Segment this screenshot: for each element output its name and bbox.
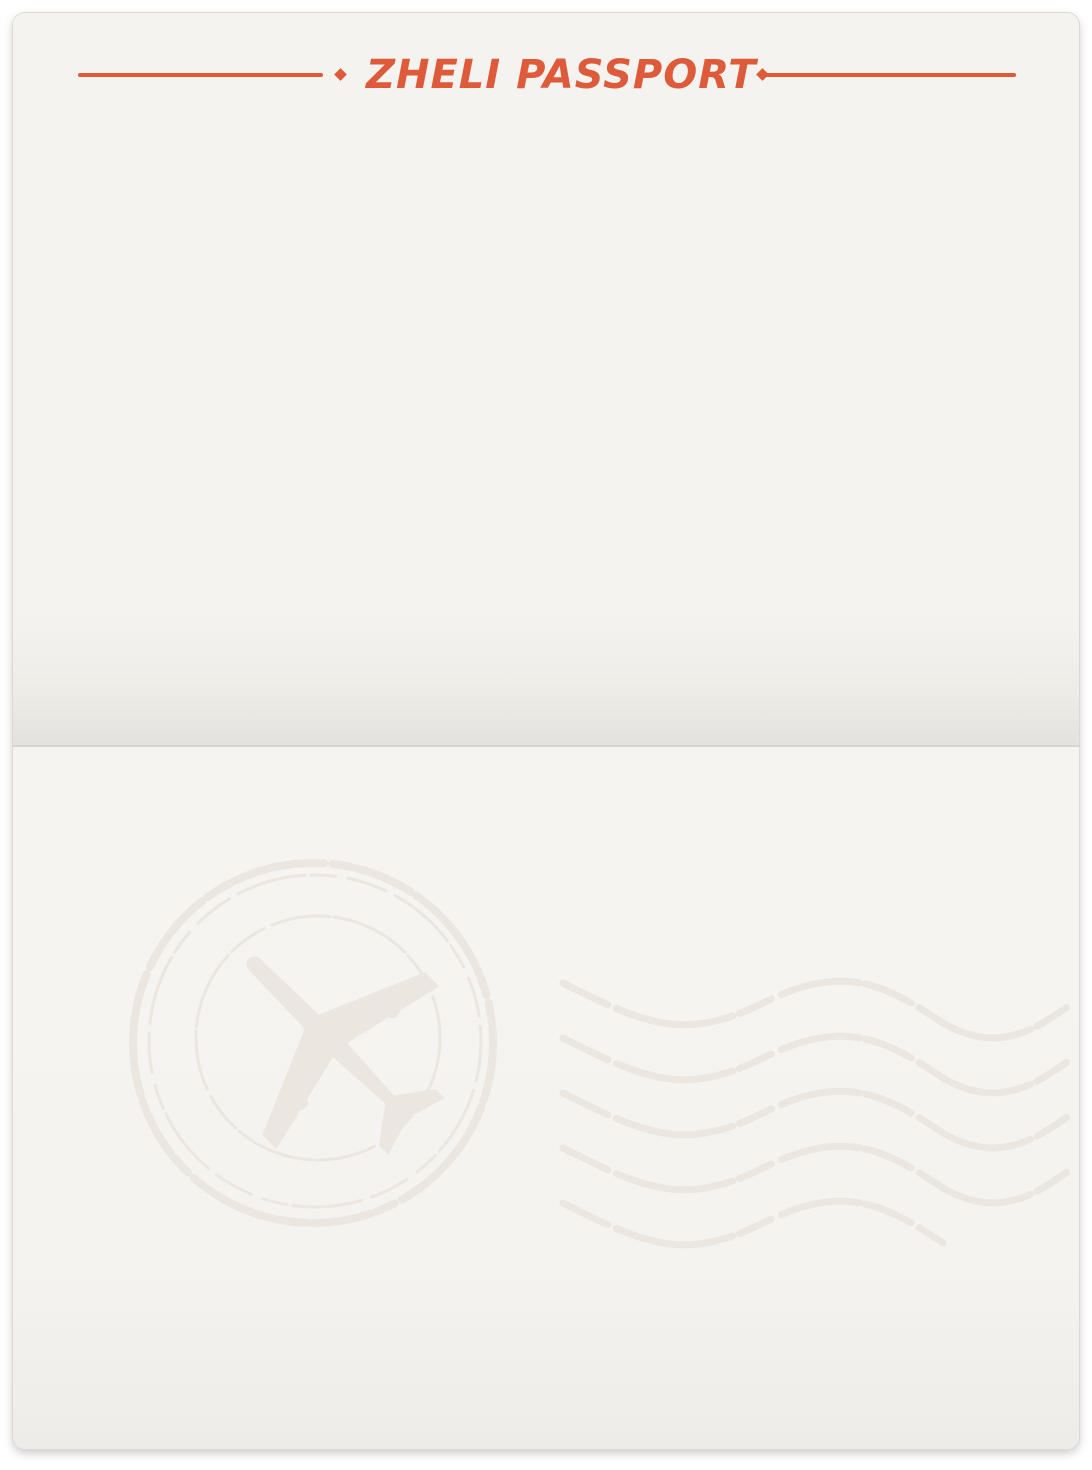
passport-top-page: ZHELI PASSPORT: [13, 13, 1079, 746]
passport-header: ZHELI PASSPORT: [78, 53, 1016, 97]
header-rule-right: [764, 73, 1016, 77]
postmark-waves-icon: [559, 977, 1077, 1249]
diamond-left-icon: [334, 68, 347, 81]
header-rule-left: [78, 73, 323, 77]
passport-book: ZHELI PASSPORT: [13, 13, 1079, 1449]
airplane-stamp-icon: [129, 859, 497, 1227]
passport-title: ZHELI PASSPORT: [366, 52, 757, 98]
